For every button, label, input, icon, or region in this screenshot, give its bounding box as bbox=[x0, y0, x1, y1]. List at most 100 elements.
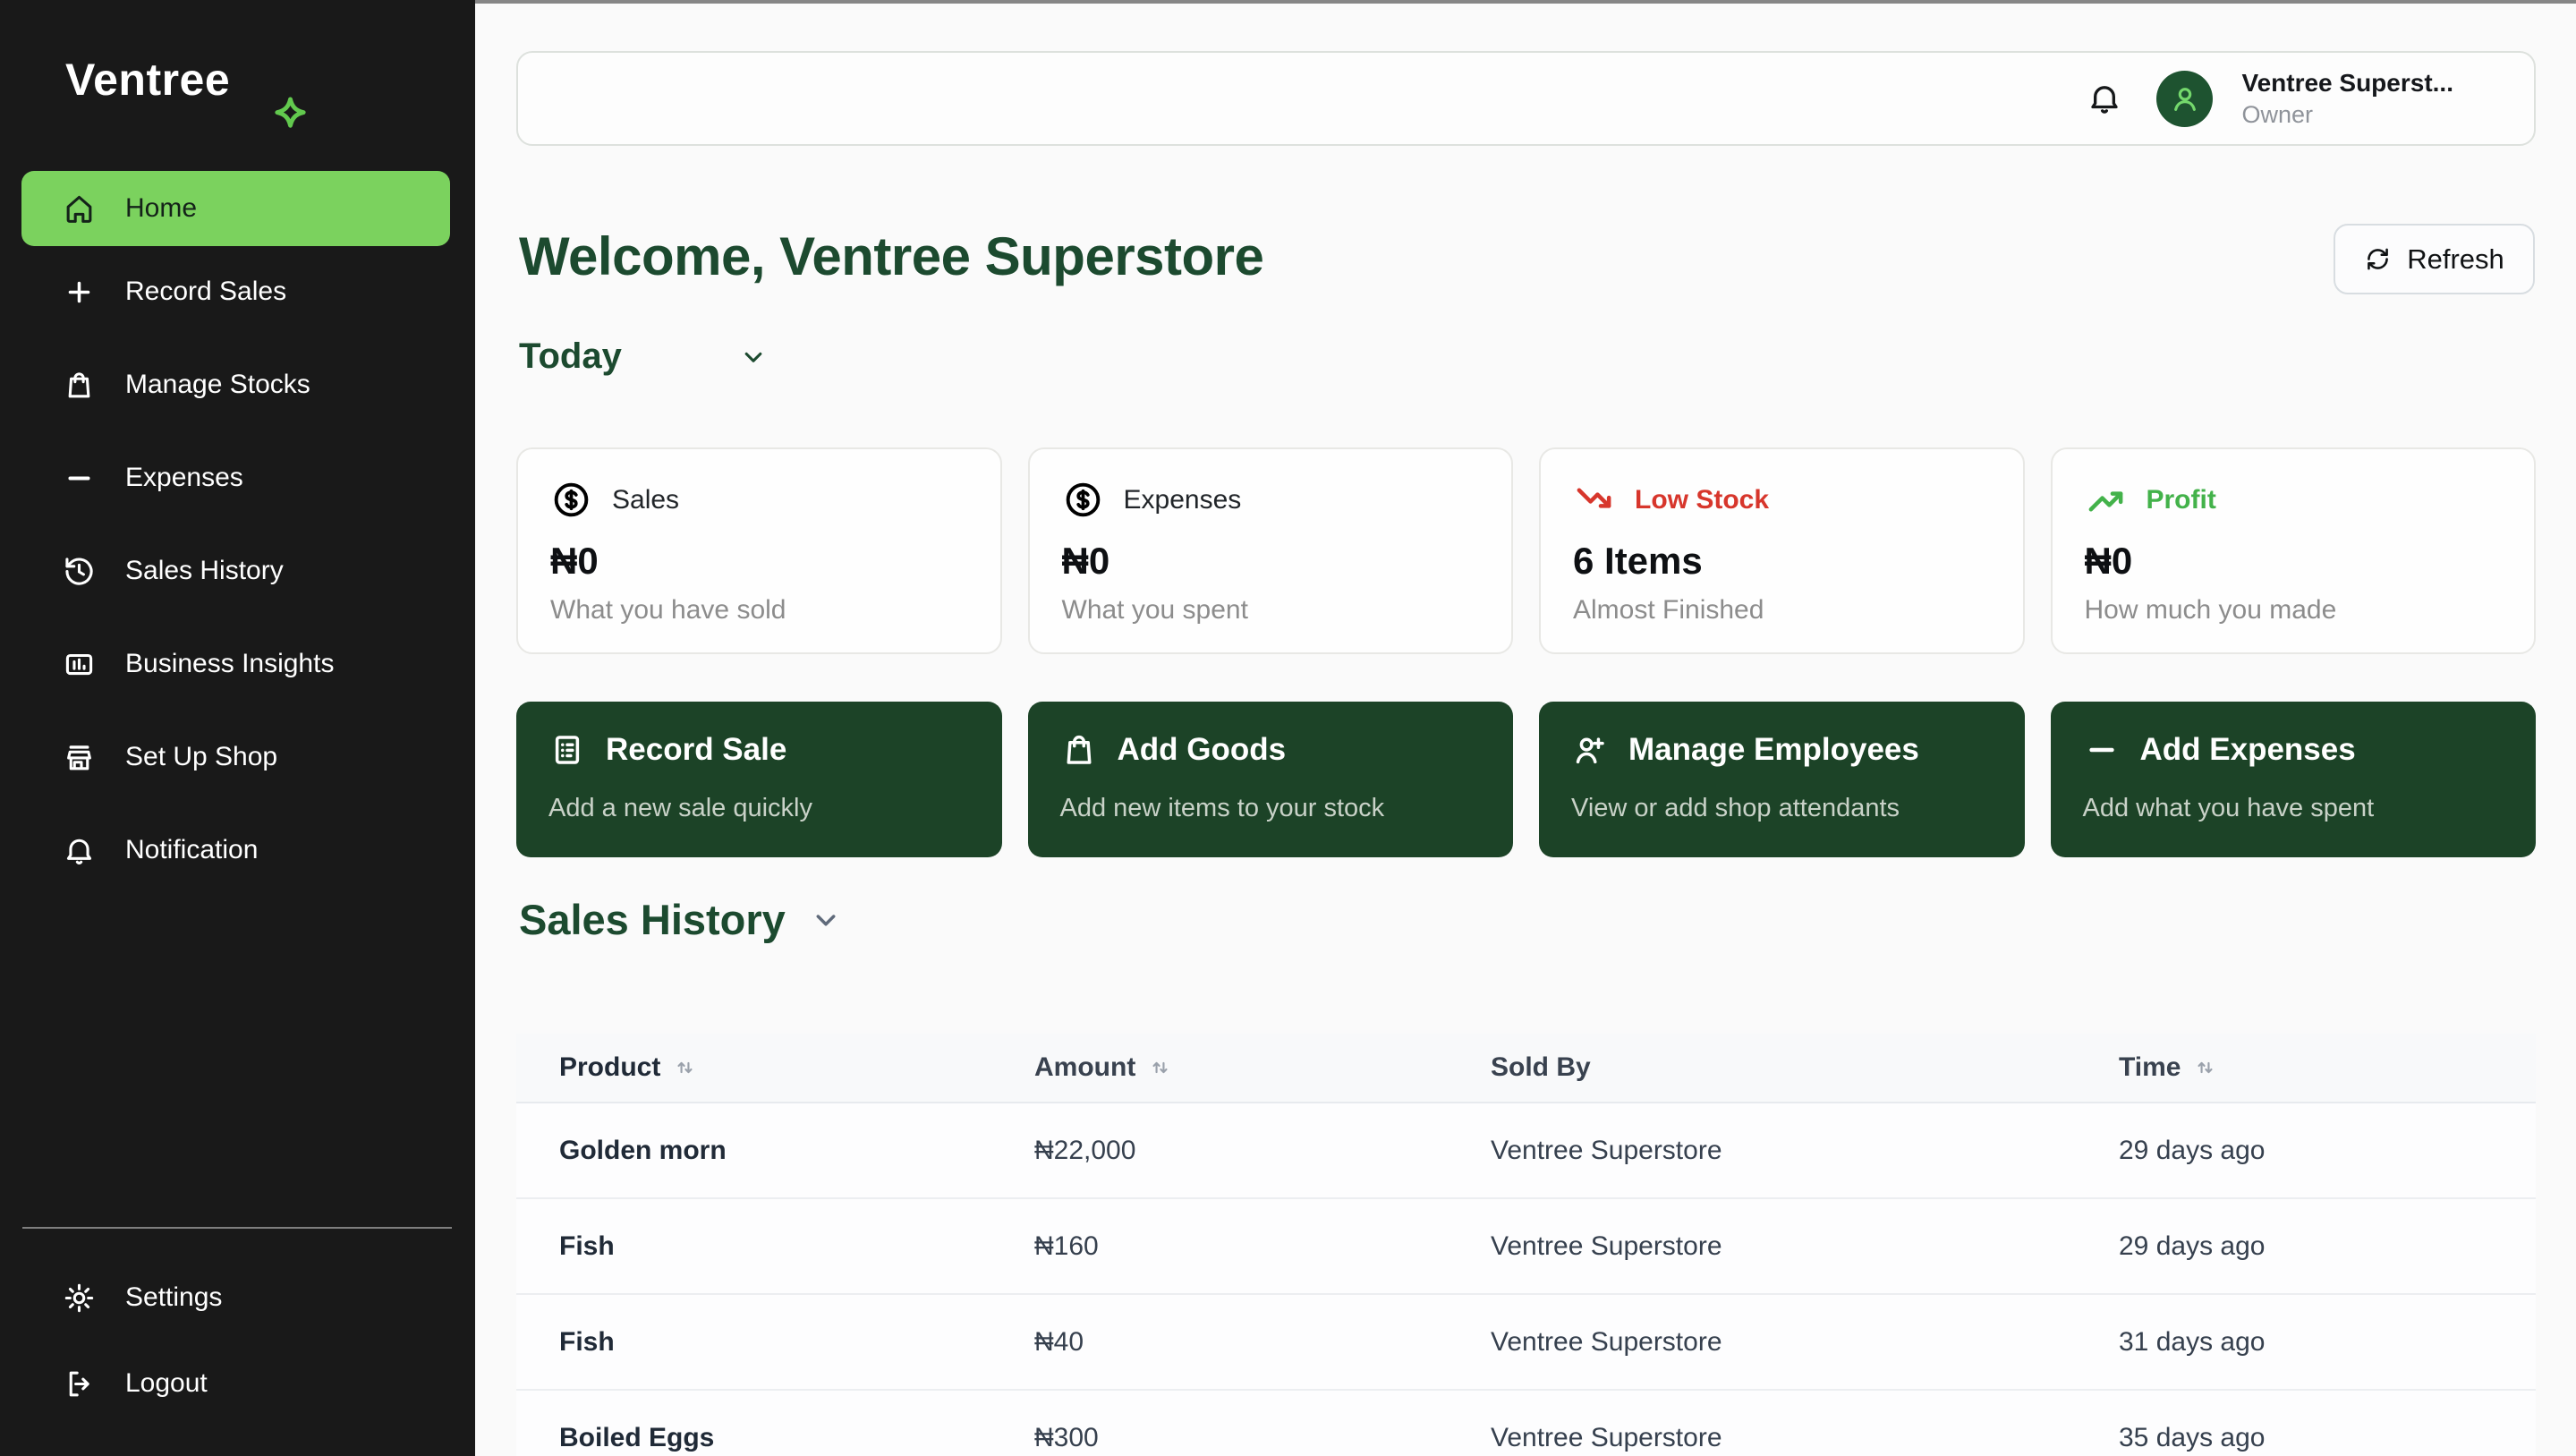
cell-sold-by: Ventree Superstore bbox=[1491, 1135, 1722, 1165]
stat-label: Expenses bbox=[1123, 484, 1242, 515]
notification-bell-icon[interactable] bbox=[2087, 81, 2122, 116]
user-plus-icon bbox=[1576, 737, 1604, 764]
quick-actions-row: Record Sale Add a new sale quickly Add G… bbox=[516, 702, 2536, 857]
sidebar-item-sales-history[interactable]: Sales History bbox=[21, 533, 450, 609]
sidebar-item-notification[interactable]: Notification bbox=[21, 813, 450, 888]
cell-amount: ₦300 bbox=[1034, 1422, 1099, 1452]
action-title: Add Goods bbox=[1117, 732, 1287, 767]
stat-card-profit: Profit ₦0 How much you made bbox=[2050, 447, 2536, 654]
period-selector[interactable]: Today bbox=[519, 336, 769, 377]
add-expenses-card[interactable]: Add Expenses Add what you have spent bbox=[2050, 702, 2536, 857]
dollar-circle-icon bbox=[554, 482, 589, 517]
stat-card-low-stock: Low Stock 6 Items Almost Finished bbox=[1539, 447, 2025, 654]
stat-label: Sales bbox=[612, 484, 680, 515]
sidebar-item-record-sales[interactable]: Record Sales bbox=[21, 254, 450, 329]
sidebar-item-home[interactable]: Home bbox=[21, 171, 450, 246]
table-row: Fish ₦40 Ventree Superstore 31 days ago bbox=[516, 1295, 2536, 1391]
sidebar-item-label: Sales History bbox=[125, 556, 284, 585]
user-avatar[interactable] bbox=[2156, 70, 2214, 127]
cell-time: 31 days ago bbox=[2119, 1326, 2266, 1357]
refresh-button[interactable]: Refresh bbox=[2334, 224, 2535, 294]
topbar: Ventree Superst... Owner bbox=[516, 51, 2536, 146]
cell-time: 29 days ago bbox=[2119, 1230, 2266, 1261]
stat-subtitle: Almost Finished bbox=[1573, 595, 1764, 625]
column-header-sold-by: Sold By bbox=[1491, 1052, 2119, 1083]
cell-product: Boiled Eggs bbox=[559, 1422, 715, 1452]
history-icon bbox=[65, 557, 93, 585]
column-label: Sold By bbox=[1491, 1052, 1591, 1082]
stat-label: Profit bbox=[2146, 484, 2216, 515]
sort-icon bbox=[1152, 1061, 1168, 1074]
user-menu[interactable]: Ventree Superst... Owner bbox=[2241, 68, 2453, 130]
action-subtitle: Add what you have spent bbox=[2082, 794, 2375, 822]
storefront-icon bbox=[66, 745, 92, 771]
app-window: Ventree Home Record Sales Manage Stocks … bbox=[0, 0, 2576, 1456]
cell-sold-by: Ventree Superstore bbox=[1491, 1326, 1722, 1357]
sidebar-item-logout[interactable]: Logout bbox=[21, 1346, 450, 1421]
sidebar: Ventree Home Record Sales Manage Stocks … bbox=[0, 0, 475, 1456]
action-subtitle: Add a new sale quickly bbox=[548, 794, 812, 822]
column-header-time[interactable]: Time bbox=[2119, 1052, 2536, 1083]
stat-subtitle: What you have sold bbox=[550, 595, 786, 625]
bar-chart-icon bbox=[65, 653, 93, 675]
column-header-amount[interactable]: Amount bbox=[1034, 1052, 1491, 1083]
minus-icon bbox=[2083, 731, 2121, 769]
sidebar-nav: Home Record Sales Manage Stocks Expenses… bbox=[0, 171, 475, 888]
stat-subtitle: How much you made bbox=[2084, 595, 2337, 625]
table-row: Golden morn ₦22,000 Ventree Superstore 2… bbox=[516, 1103, 2536, 1199]
sidebar-item-label: Settings bbox=[125, 1282, 223, 1312]
sales-history-table: Product Amount Sold By Time Golden morn … bbox=[516, 1034, 2536, 1456]
table-header-row: Product Amount Sold By Time bbox=[516, 1034, 2536, 1103]
column-label: Time bbox=[2119, 1052, 2181, 1082]
add-goods-card[interactable]: Add Goods Add new items to your stock bbox=[1027, 702, 1513, 857]
action-title: Add Expenses bbox=[2139, 732, 2356, 767]
app-logo: Ventree bbox=[65, 54, 230, 106]
cell-sold-by: Ventree Superstore bbox=[1491, 1230, 1722, 1261]
sidebar-item-label: Notification bbox=[125, 835, 259, 864]
sidebar-item-label: Expenses bbox=[125, 463, 243, 492]
cell-amount: ₦160 bbox=[1034, 1230, 1099, 1261]
sales-history-title: Sales History bbox=[519, 896, 786, 943]
sidebar-item-label: Record Sales bbox=[125, 277, 287, 306]
table-row: Fish ₦160 Ventree Superstore 29 days ago bbox=[516, 1199, 2536, 1295]
column-header-product[interactable]: Product bbox=[516, 1052, 1034, 1083]
refresh-icon bbox=[2368, 248, 2389, 270]
stat-card-sales: Sales ₦0 What you have sold bbox=[516, 447, 1002, 654]
sidebar-item-expenses[interactable]: Expenses bbox=[21, 440, 450, 515]
user-name: Ventree Superst... bbox=[2241, 68, 2453, 97]
sidebar-item-label: Manage Stocks bbox=[125, 370, 310, 399]
page-title: Welcome, Ventree Superstore bbox=[519, 226, 1264, 286]
stat-value: ₦0 bbox=[550, 540, 599, 582]
minus-icon bbox=[63, 462, 96, 495]
sidebar-item-label: Set Up Shop bbox=[125, 742, 278, 771]
main-content: Ventree Superst... Owner Welcome, Ventre… bbox=[475, 0, 2576, 1456]
cell-amount: ₦40 bbox=[1034, 1326, 1084, 1357]
cell-product: Golden morn bbox=[559, 1135, 727, 1165]
sidebar-item-label: Home bbox=[125, 193, 198, 223]
sidebar-item-manage-stocks[interactable]: Manage Stocks bbox=[21, 347, 450, 422]
chevron-down-icon bbox=[744, 352, 762, 362]
action-title: Record Sale bbox=[606, 732, 787, 767]
shopping-bag-icon bbox=[1067, 735, 1091, 764]
record-sale-card[interactable]: Record Sale Add a new sale quickly bbox=[516, 702, 1002, 857]
action-subtitle: View or add shop attendants bbox=[1571, 794, 1900, 822]
sales-history-section-header: Sales History bbox=[519, 895, 843, 944]
bell-icon bbox=[66, 839, 92, 864]
sidebar-item-business-insights[interactable]: Business Insights bbox=[21, 626, 450, 702]
sidebar-item-settings[interactable]: Settings bbox=[21, 1260, 450, 1335]
stat-value: ₦0 bbox=[1061, 540, 1110, 582]
dollar-circle-icon bbox=[1066, 482, 1100, 517]
plus-icon bbox=[68, 281, 90, 302]
cell-time: 35 days ago bbox=[2119, 1422, 2266, 1452]
refresh-label: Refresh bbox=[2407, 243, 2504, 275]
home-icon bbox=[66, 195, 92, 223]
chevron-down-icon[interactable] bbox=[809, 903, 843, 937]
manage-employees-card[interactable]: Manage Employees View or add shop attend… bbox=[1539, 702, 2025, 857]
shopping-bag-icon bbox=[68, 371, 90, 397]
stat-subtitle: What you spent bbox=[1061, 595, 1248, 625]
sparkle-icon bbox=[269, 95, 311, 137]
sidebar-item-set-up-shop[interactable]: Set Up Shop bbox=[21, 719, 450, 795]
sidebar-divider bbox=[22, 1227, 452, 1229]
action-subtitle: Add new items to your stock bbox=[1059, 794, 1385, 822]
sidebar-footer-nav: Settings Logout bbox=[0, 1260, 475, 1421]
